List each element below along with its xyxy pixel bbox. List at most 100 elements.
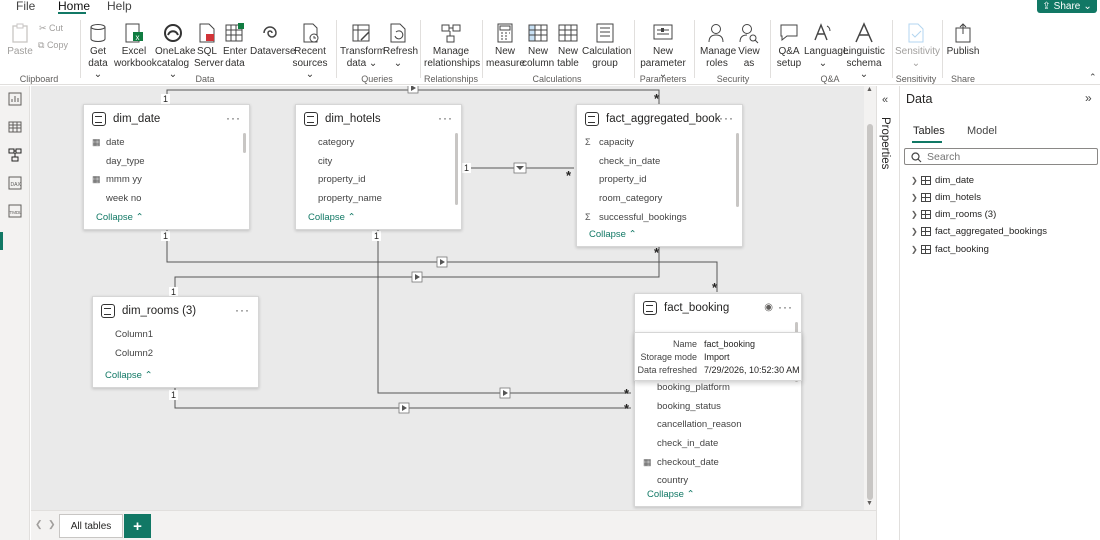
manage-roles-button[interactable]: Manage roles: [700, 22, 736, 69]
model-view-icon[interactable]: [8, 148, 22, 162]
more-options-icon[interactable]: ···: [719, 111, 734, 125]
new-column-button[interactable]: New column: [522, 22, 554, 69]
table-card-fact-aggregated-bookings[interactable]: fact_aggregated_booki... ··· Σcapacity c…: [576, 104, 743, 247]
calculation-group-button[interactable]: Calculation group: [582, 22, 631, 69]
recent-sources-button[interactable]: Recent sources ⌄: [290, 22, 330, 81]
field-item[interactable]: property_id: [599, 170, 742, 189]
chevron-left-icon[interactable]: ❮: [35, 519, 43, 530]
chevron-right-icon[interactable]: ❯: [48, 519, 56, 530]
field-item[interactable]: day_type: [106, 152, 249, 171]
tab-model[interactable]: Model: [967, 125, 997, 137]
field-item[interactable]: property_name: [318, 189, 461, 208]
tree-item-dim-hotels[interactable]: ❯ dim_hotels: [911, 190, 981, 204]
collapse-ribbon-icon[interactable]: ⌃: [1089, 72, 1097, 83]
card-scrollbar[interactable]: [736, 133, 739, 207]
new-measure-button[interactable]: New measure: [486, 22, 525, 69]
expand-left-icon[interactable]: «: [882, 94, 888, 106]
card-header[interactable]: fact_aggregated_booki... ···: [577, 105, 742, 133]
sql-server-button[interactable]: SQL Server: [194, 22, 223, 69]
linguistic-schema-button[interactable]: Linguistic schema ⌄: [842, 22, 886, 81]
table-view-icon[interactable]: [8, 120, 22, 134]
get-data-button[interactable]: Get data ⌄: [83, 22, 113, 81]
field-item[interactable]: ▦ mmm yy: [92, 170, 249, 189]
excel-workbook-button[interactable]: x Excel workbook: [114, 22, 157, 69]
tab-tables[interactable]: Tables: [913, 125, 945, 137]
search-input[interactable]: [927, 150, 1087, 163]
tree-item-dim-date[interactable]: ❯ dim_date: [911, 173, 974, 187]
card-header[interactable]: dim_hotels ···: [296, 105, 461, 133]
card-header[interactable]: fact_booking ◉ ···: [635, 294, 801, 322]
field-item[interactable]: ▦ date: [92, 133, 249, 152]
publish-button[interactable]: Publish: [946, 22, 980, 58]
field-item[interactable]: week no: [106, 189, 249, 208]
field-item[interactable]: booking_status: [657, 397, 801, 416]
scroll-down-icon[interactable]: ▼: [866, 500, 873, 507]
table-card-dim-rooms[interactable]: dim_rooms (3) ··· Column1 Column2 Collap…: [92, 296, 259, 388]
field-item[interactable]: check_in_date: [599, 152, 742, 171]
view-as-button[interactable]: View as: [734, 22, 764, 69]
field-item[interactable]: cancellation_reason: [657, 415, 801, 434]
report-view-icon[interactable]: [8, 92, 22, 106]
refresh-button[interactable]: Refresh ⌄: [383, 22, 418, 69]
field-item[interactable]: Column1: [115, 325, 258, 344]
field-item[interactable]: category: [318, 133, 461, 152]
add-layout-button[interactable]: +: [124, 514, 151, 538]
scroll-up-icon[interactable]: ▲: [866, 86, 873, 93]
card-header[interactable]: dim_rooms (3) ···: [93, 297, 258, 325]
dax-query-view-icon[interactable]: DAX: [8, 176, 22, 190]
onelake-catalog-button[interactable]: OneLake catalog ⌄: [155, 22, 196, 81]
collapse-button[interactable]: Collapse ⌃: [96, 212, 144, 223]
menu-help[interactable]: Help: [107, 0, 132, 13]
chevron-right-icon[interactable]: ❯: [911, 245, 921, 254]
field-item[interactable]: Σsuccessful_bookings: [585, 208, 742, 227]
chevron-right-icon[interactable]: ❯: [911, 176, 921, 185]
tab-all-tables[interactable]: All tables: [59, 514, 123, 538]
properties-label[interactable]: Properties: [879, 117, 891, 169]
collapse-button[interactable]: Collapse ⌃: [647, 489, 695, 500]
more-options-icon[interactable]: ···: [226, 111, 241, 125]
card-header[interactable]: dim_date ···: [84, 105, 249, 133]
tree-item-fact-aggregated-bookings[interactable]: ❯ fact_aggregated_bookings: [911, 224, 1047, 238]
card-scrollbar[interactable]: [243, 133, 246, 153]
tree-item-fact-booking[interactable]: ❯ fact_booking: [911, 242, 989, 256]
model-canvas[interactable]: 1 * 1 * 1 1 * 1 * 1 * * dim_date ··· ▦ da…: [31, 86, 864, 510]
tree-item-dim-rooms[interactable]: ❯ dim_rooms (3): [911, 207, 996, 221]
menu-file[interactable]: File: [16, 0, 35, 13]
manage-relationships-button[interactable]: Manage relationships: [424, 22, 480, 69]
collapse-pane-icon[interactable]: »: [1085, 91, 1092, 105]
collapse-button[interactable]: Collapse ⌃: [589, 229, 637, 240]
qa-setup-button[interactable]: Q&A setup: [774, 22, 804, 69]
more-options-icon[interactable]: ···: [438, 111, 453, 125]
dataverse-button[interactable]: Dataverse: [250, 22, 296, 58]
tmdl-view-icon[interactable]: TMDL: [8, 204, 22, 218]
field-item[interactable]: check_in_date: [657, 434, 801, 453]
new-parameter-button[interactable]: New parameter ⌄: [638, 22, 688, 81]
field-item[interactable]: Σcapacity: [585, 133, 742, 152]
transform-data-button[interactable]: Transform data ⌄: [340, 22, 385, 69]
more-options-icon[interactable]: ···: [778, 300, 793, 314]
field-item[interactable]: Column2: [115, 344, 258, 363]
chevron-right-icon[interactable]: ❯: [911, 227, 921, 236]
copy-button[interactable]: ⧉ Copy: [38, 40, 68, 51]
more-options-icon[interactable]: ···: [235, 303, 250, 317]
eye-icon[interactable]: ◉: [764, 302, 773, 313]
field-item[interactable]: country: [657, 471, 801, 490]
scroll-thumb[interactable]: [867, 124, 873, 500]
collapse-button[interactable]: Collapse ⌃: [308, 212, 356, 223]
paste-button[interactable]: Paste: [6, 22, 34, 58]
search-box[interactable]: [904, 148, 1098, 165]
share-button[interactable]: ⇪ Share ⌄: [1037, 0, 1097, 13]
field-item[interactable]: city: [318, 152, 461, 171]
chevron-right-icon[interactable]: ❯: [911, 210, 921, 219]
field-item[interactable]: ▦ checkout_date: [643, 453, 801, 472]
card-scrollbar[interactable]: [455, 133, 458, 205]
language-button[interactable]: Language ⌄: [804, 22, 849, 69]
field-item[interactable]: room_category: [599, 189, 742, 208]
table-card-dim-hotels[interactable]: dim_hotels ··· category city property_id…: [295, 104, 462, 230]
cut-button[interactable]: ✂ Cut: [39, 23, 63, 34]
collapse-button[interactable]: Collapse ⌃: [105, 370, 153, 381]
table-card-fact-booking[interactable]: fact_booking ◉ ··· booking_platform book…: [634, 293, 802, 507]
new-table-button[interactable]: New table: [554, 22, 582, 69]
enter-data-button[interactable]: Enter data: [222, 22, 248, 69]
sensitivity-button[interactable]: Sensitivity ⌄: [895, 22, 940, 69]
